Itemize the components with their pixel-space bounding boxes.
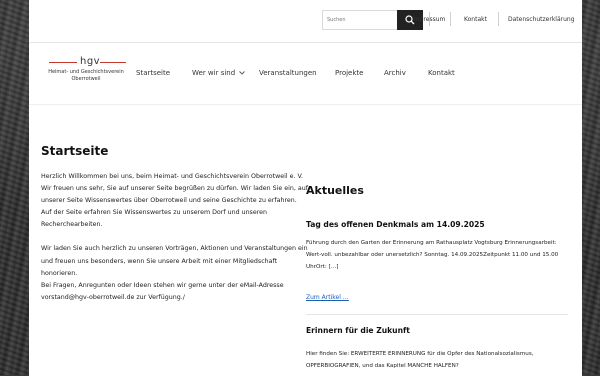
nav-startseite[interactable]: Startseite — [136, 69, 170, 77]
link-kontakt[interactable]: Kontakt — [464, 16, 487, 23]
divider — [498, 12, 499, 26]
nav-projekte[interactable]: Projekte — [335, 69, 363, 77]
nav-label: Archiv — [384, 69, 406, 77]
nav-wer-wir-sind[interactable]: Wer wir sind — [192, 69, 245, 77]
nav-archiv[interactable]: Archiv — [384, 69, 406, 77]
intro-text: Herzlich Willkommen bei uns, beim Heimat… — [41, 171, 311, 304]
logo-text-line1: Heimat- und Geschichtsverein — [48, 69, 124, 75]
link-datenschutz[interactable]: Datenschutzerklärung — [508, 16, 575, 23]
intro-paragraph: Wir freuen uns sehr, Sie auf unserer Sei… — [41, 185, 308, 205]
nav-label: Kontakt — [428, 69, 455, 77]
nav-label: Projekte — [335, 69, 364, 77]
divider — [450, 12, 451, 26]
site-logo[interactable]: hgv Heimat- und Geschichtsverein Oberrot… — [46, 53, 126, 93]
news-item-title[interactable]: Erinnern für die Zukunft — [306, 326, 410, 335]
intro-paragraph: Auf der Seite erfahren Sie Wissenswertes… — [41, 209, 268, 229]
logo-red-line — [100, 62, 126, 63]
nav-veranstaltungen[interactable]: Veranstaltungen — [259, 69, 317, 77]
main-navigation: hgv Heimat- und Geschichtsverein Oberrot… — [29, 42, 582, 105]
intro-paragraph: Bei Fragen, Anregunten oder Ideen stehen… — [41, 281, 284, 301]
search-input[interactable] — [323, 11, 399, 29]
read-more-link[interactable]: Zum Artikel … — [306, 294, 349, 301]
intro-paragraph: Herzlich Willkommen bei uns, beim Heimat… — [41, 173, 304, 180]
page-title: Startseite — [41, 144, 109, 158]
nav-label: Wer wir sind — [192, 69, 236, 77]
news-heading: Aktuelles — [306, 184, 364, 197]
logo-mark: hgv — [80, 56, 101, 67]
nav-label: Veranstaltungen — [259, 69, 317, 77]
news-item-title[interactable]: Tag des offenen Denkmals am 14.09.2025 — [306, 220, 485, 229]
top-utility-bar: Impressum Kontakt Datenschutzerklärung — [29, 0, 582, 42]
chevron-down-icon — [239, 71, 245, 75]
content-panel: Startseite Herzlich Willkommen bei uns, … — [29, 104, 582, 376]
logo-text-line2: Oberrotweil — [71, 76, 101, 82]
link-impressum[interactable]: Impressum — [412, 16, 445, 23]
intro-paragraph: Wir laden Sie auch herzlich zu unseren V… — [41, 245, 308, 277]
nav-label: Startseite — [136, 69, 171, 77]
nav-kontakt[interactable]: Kontakt — [428, 69, 455, 77]
news-item-excerpt: Hier finden Sie: ERWEITERTE ERINNERUNG f… — [306, 351, 534, 370]
logo-red-line — [49, 62, 77, 63]
search-box — [322, 10, 423, 30]
news-item-excerpt: Führung durch den Garten der Erinnerung … — [306, 240, 559, 271]
divider — [306, 314, 568, 315]
